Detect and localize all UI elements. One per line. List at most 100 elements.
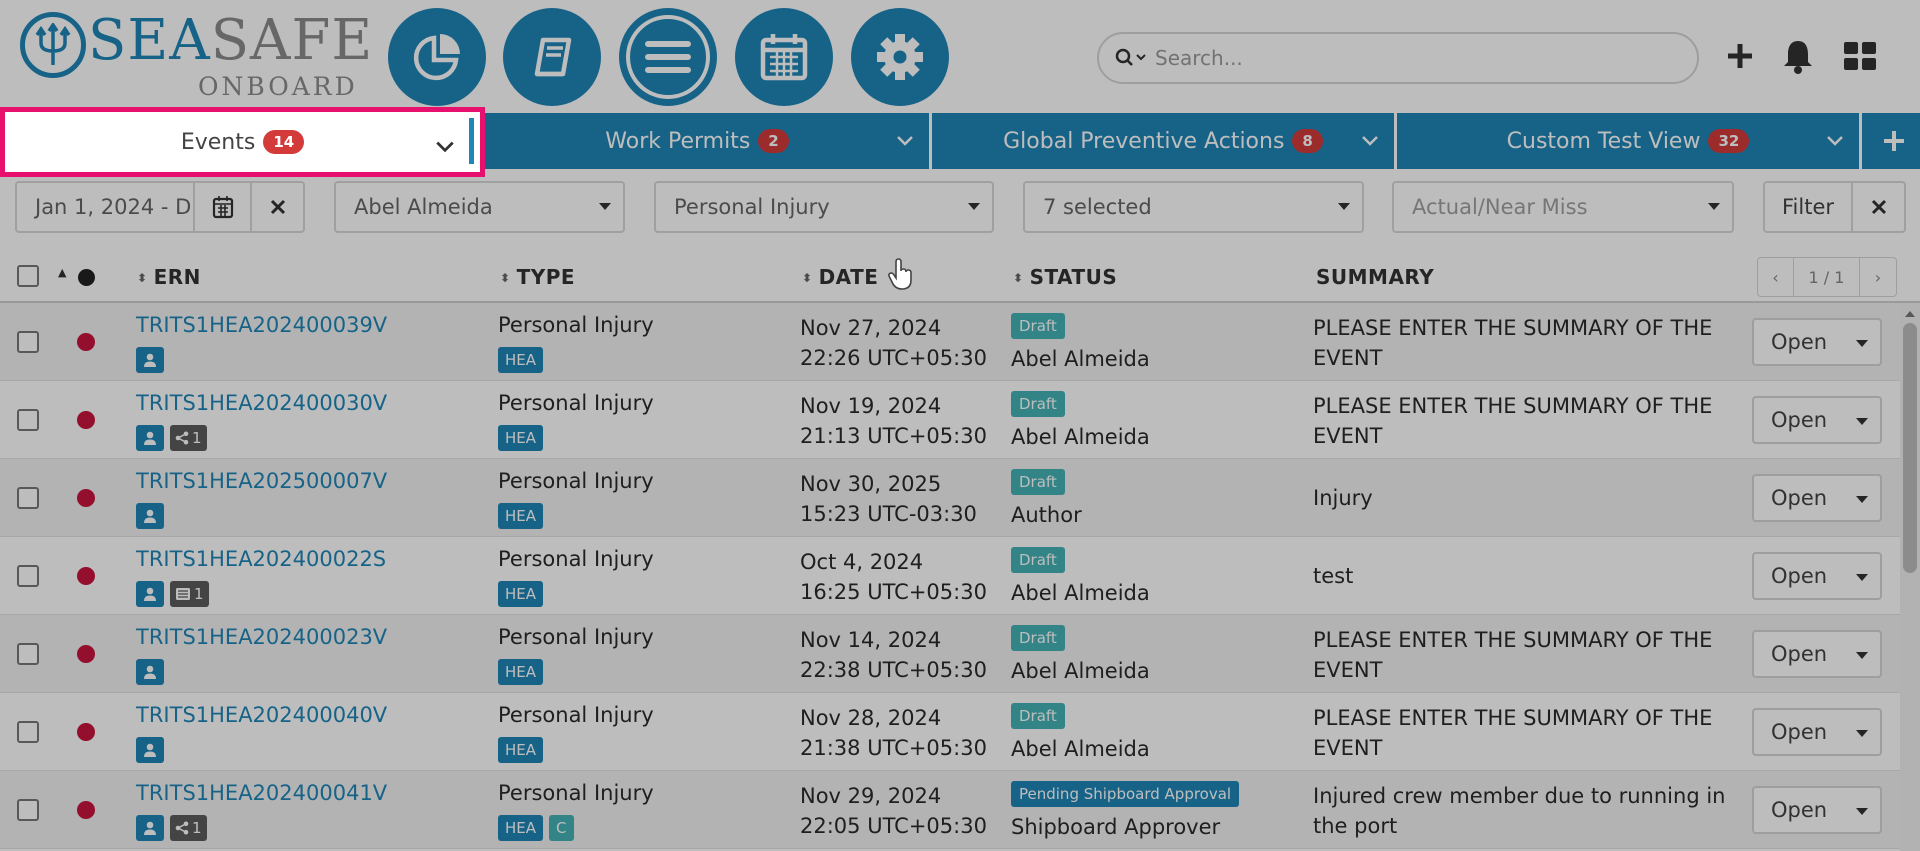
table-row[interactable]: TRITS1HEA202500007V Personal Injury HEA Nov… <box>0 459 1900 537</box>
ern-link[interactable]: TRITS1HEA202400030V <box>136 391 387 415</box>
ern-link[interactable]: TRITS1HEA202400040V <box>136 703 387 727</box>
column-label: SUMMARY <box>1316 265 1435 289</box>
search-icon[interactable] <box>1115 44 1149 72</box>
ern-link[interactable]: TRITS1HEA202400022S <box>136 547 386 571</box>
table-row[interactable]: TRITS1HEA202400040V Personal Injury HEA Nov… <box>0 693 1900 771</box>
status-dot-column-icon[interactable] <box>78 269 95 286</box>
person-tag <box>136 347 164 373</box>
tab-global-preventive-actions[interactable]: Global Preventive Actions 8 <box>932 113 1397 169</box>
open-button[interactable]: Open <box>1752 474 1846 522</box>
row-checkbox[interactable] <box>17 721 39 743</box>
person-icon <box>143 431 157 446</box>
date-range-input[interactable]: Jan 1, 2024 - D <box>15 181 195 233</box>
open-dropdown-button[interactable] <box>1844 396 1882 444</box>
sort-up-icon[interactable]: ▲ <box>58 266 66 279</box>
column-header-ern[interactable]: ⬍ ERN <box>137 265 201 289</box>
scroll-up-icon[interactable] <box>1905 311 1915 317</box>
add-view-button[interactable] <box>1868 113 1920 169</box>
open-dropdown-button[interactable] <box>1844 474 1882 522</box>
event-summary: test <box>1313 564 1354 588</box>
date-picker-button[interactable] <box>193 181 252 233</box>
library-nav-button[interactable] <box>503 8 601 106</box>
event-type: Personal Injury <box>498 625 654 649</box>
tab-work-permits[interactable]: Work Permits 2 <box>465 113 932 169</box>
tab-events[interactable]: Events 14 <box>0 107 485 177</box>
open-button[interactable]: Open <box>1752 318 1846 366</box>
settings-nav-button[interactable] <box>851 8 949 106</box>
table-row[interactable]: TRITS1HEA202400039V Personal Injury HEA Nov… <box>0 303 1900 381</box>
table-row[interactable]: TRITS1HEA202400023V Personal Injury HEA Nov… <box>0 615 1900 693</box>
table-scrollbar[interactable] <box>1900 303 1920 851</box>
chevron-down-icon[interactable] <box>1360 131 1380 151</box>
pagination: ‹ 1 / 1 › <box>1757 257 1897 297</box>
open-button[interactable]: Open <box>1752 552 1846 600</box>
list-nav-button[interactable] <box>619 8 717 106</box>
column-header-status[interactable]: ⬍ STATUS <box>1013 265 1117 289</box>
open-dropdown-button[interactable] <box>1844 552 1882 600</box>
person-icon <box>143 509 157 524</box>
event-type: Personal Injury <box>498 469 654 493</box>
open-dropdown-button[interactable] <box>1844 630 1882 678</box>
type-code-chip: HEA <box>498 815 544 841</box>
row-tags <box>136 347 164 373</box>
row-checkbox[interactable] <box>17 409 39 431</box>
search-input[interactable] <box>1155 46 1675 70</box>
chevron-down-icon[interactable] <box>895 131 915 151</box>
ern-link[interactable]: TRITS1HEA202400041V <box>136 781 387 805</box>
person-select[interactable]: Abel Almeida <box>334 181 625 233</box>
status-badge: Draft <box>1011 313 1065 339</box>
chevron-down-icon[interactable] <box>1825 131 1845 151</box>
search-box[interactable] <box>1097 32 1699 84</box>
column-header-summary: SUMMARY <box>1316 265 1434 289</box>
close-icon <box>270 199 285 215</box>
column-header-date[interactable]: ⬍ DATE <box>802 265 878 289</box>
row-checkbox[interactable] <box>17 487 39 509</box>
time-value: 21:13 UTC+05:30 <box>800 424 987 448</box>
event-summary: PLEASE ENTER THE SUMMARY OF THE EVENT <box>1313 316 1713 370</box>
event-type-select[interactable]: Personal Injury <box>654 181 994 233</box>
ern-link[interactable]: TRITS1HEA202500007V <box>136 469 387 493</box>
status-cell: Draft <box>1011 547 1065 573</box>
calendar-icon <box>760 34 808 81</box>
scroll-thumb[interactable] <box>1903 323 1917 573</box>
event-type: Personal Injury <box>498 781 654 805</box>
event-summary: PLEASE ENTER THE SUMMARY OF THE EVENT <box>1313 394 1713 448</box>
column-header-type[interactable]: ⬍ TYPE <box>500 265 575 289</box>
add-icon[interactable] <box>1720 36 1760 76</box>
open-button[interactable]: Open <box>1752 396 1846 444</box>
status-badge: Draft <box>1011 391 1065 417</box>
bell-icon[interactable] <box>1778 36 1818 76</box>
seasafe-logo[interactable]: SEASAFE ONBOARD <box>20 8 372 101</box>
clear-date-button[interactable] <box>250 181 305 233</box>
row-checkbox[interactable] <box>17 331 39 353</box>
prev-page-icon[interactable]: ‹ <box>1758 258 1794 296</box>
apps-grid-icon[interactable] <box>1840 36 1880 76</box>
table-row[interactable]: TRITS1HEA202400030V 1 Personal Injury HEA No… <box>0 381 1900 459</box>
open-dropdown-button[interactable] <box>1844 318 1882 366</box>
actual-near-miss-select[interactable]: Actual/Near Miss <box>1392 181 1734 233</box>
chevron-down-icon[interactable] <box>434 136 456 158</box>
open-dropdown-button[interactable] <box>1844 786 1882 834</box>
dashboard-nav-button[interactable] <box>388 8 486 106</box>
open-button[interactable]: Open <box>1752 708 1846 756</box>
row-checkbox[interactable] <box>17 565 39 587</box>
calendar-nav-button[interactable] <box>735 8 833 106</box>
status-multi-select[interactable]: 7 selected <box>1023 181 1364 233</box>
next-page-icon[interactable]: › <box>1860 258 1896 296</box>
open-dropdown-button[interactable] <box>1844 708 1882 756</box>
select-all-checkbox[interactable] <box>17 265 39 287</box>
table-row[interactable]: TRITS1HEA202400022S 1 Personal Injury HEA Oc… <box>0 537 1900 615</box>
ern-link[interactable]: TRITS1HEA202400039V <box>136 313 387 337</box>
filter-button[interactable]: Filter <box>1763 181 1853 233</box>
clear-filters-button[interactable] <box>1851 181 1906 233</box>
open-button[interactable]: Open <box>1752 630 1846 678</box>
status-dot <box>77 723 95 741</box>
status-owner: Shipboard Approver <box>1011 815 1221 839</box>
row-checkbox[interactable] <box>17 799 39 821</box>
ern-link[interactable]: TRITS1HEA202400023V <box>136 625 387 649</box>
event-date: Nov 29, 2024 22:05 UTC+05:30 <box>800 781 987 841</box>
open-button[interactable]: Open <box>1752 786 1846 834</box>
table-row[interactable]: TRITS1HEA202400041V 1 Personal Injury HEA C N… <box>0 771 1900 849</box>
tab-custom-test-view[interactable]: Custom Test View 32 <box>1397 113 1862 169</box>
row-checkbox[interactable] <box>17 643 39 665</box>
